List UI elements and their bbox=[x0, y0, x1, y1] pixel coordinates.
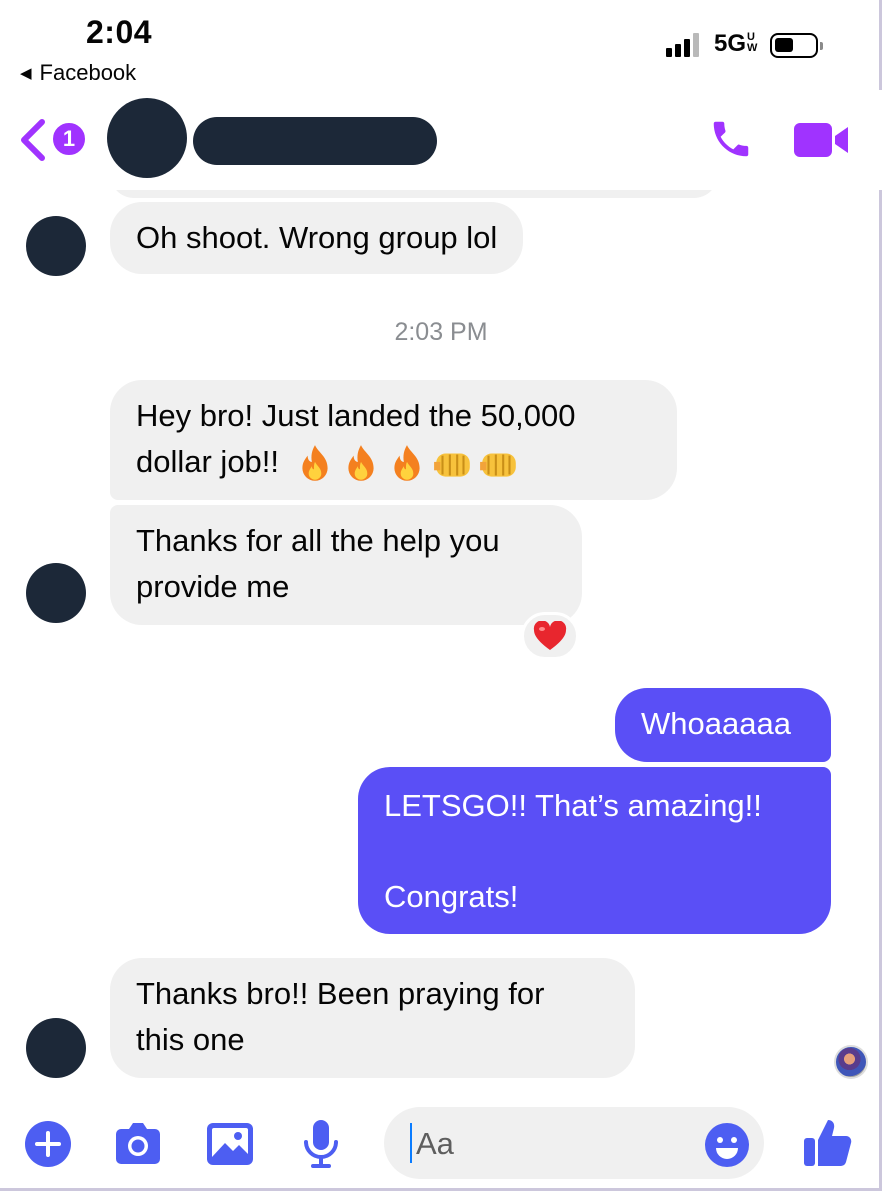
back-to-app-link[interactable]: ◀ Facebook bbox=[20, 60, 136, 86]
contact-avatar[interactable] bbox=[107, 98, 187, 178]
network-indicator: 5G U W bbox=[714, 30, 757, 58]
back-triangle-icon: ◀ bbox=[20, 65, 32, 82]
message-text-line: Hey bro! Just landed the 50,000 bbox=[136, 398, 576, 433]
message-text-line: this one bbox=[136, 1022, 245, 1057]
text-cursor bbox=[410, 1123, 412, 1163]
phone-screen: 2:04 ◀ Facebook 5G U W 1 Oh shoot. Wrong… bbox=[0, 0, 882, 1191]
network-uw-bottom: W bbox=[747, 42, 758, 54]
outgoing-message-bubble[interactable]: LETSGO!! That’s amazing!! Congrats! bbox=[358, 767, 831, 934]
incoming-message-bubble[interactable]: Thanks for all the help you provide me bbox=[110, 505, 582, 625]
contact-avatar-small[interactable] bbox=[26, 563, 86, 623]
emoji-icon[interactable] bbox=[704, 1122, 750, 1168]
read-receipt-avatar bbox=[834, 1045, 868, 1079]
back-app-label: Facebook bbox=[39, 60, 137, 85]
message-text-line: LETSGO!! That’s amazing!! bbox=[384, 788, 762, 823]
message-text: Whoaaaaa bbox=[641, 706, 791, 741]
plus-icon[interactable] bbox=[24, 1120, 72, 1168]
microphone-icon[interactable] bbox=[302, 1118, 340, 1170]
incoming-message-bubble[interactable]: Oh shoot. Wrong group lol bbox=[110, 202, 524, 274]
thumbs-up-icon[interactable] bbox=[800, 1114, 856, 1170]
incoming-message-bubble[interactable]: Thanks bro!! Been praying for this one bbox=[110, 958, 635, 1078]
fire-emoji bbox=[302, 444, 328, 481]
conversation-header: 1 bbox=[0, 90, 882, 190]
message-text: Oh shoot. Wrong group lol bbox=[136, 220, 498, 255]
fire-emoji bbox=[394, 444, 420, 481]
incoming-message-bubble[interactable]: Hey bro! Just landed the 50,000 dollar j… bbox=[110, 380, 677, 500]
status-time: 2:04 bbox=[86, 14, 153, 50]
gallery-icon[interactable] bbox=[205, 1121, 255, 1167]
contact-avatar-small[interactable] bbox=[26, 216, 86, 276]
fist-bump-emoji bbox=[479, 453, 516, 477]
message-input-placeholder: Aa bbox=[416, 1126, 454, 1161]
fist-bump-emoji bbox=[433, 453, 470, 477]
signal-strength-icon bbox=[666, 33, 699, 57]
camera-icon[interactable] bbox=[112, 1120, 164, 1168]
red-heart-emoji bbox=[533, 621, 567, 650]
outgoing-message-bubble[interactable]: Whoaaaaa bbox=[615, 688, 831, 762]
fire-emoji bbox=[348, 444, 374, 481]
back-chevron-icon[interactable] bbox=[18, 118, 48, 162]
message-text-line: Thanks for all the help you bbox=[136, 523, 500, 558]
phone-call-icon[interactable] bbox=[708, 116, 754, 162]
network-label: 5G bbox=[714, 30, 747, 57]
message-reaction[interactable] bbox=[521, 612, 579, 660]
message-text-line: dollar job!! bbox=[136, 444, 280, 479]
message-timestamp: 2:03 PM bbox=[394, 318, 488, 346]
message-text-line: Congrats! bbox=[384, 879, 519, 914]
message-text-line: provide me bbox=[136, 569, 290, 604]
contact-name-redacted[interactable] bbox=[193, 117, 437, 165]
unread-count-badge[interactable]: 1 bbox=[50, 120, 88, 158]
message-text-line: Thanks bro!! Been praying for bbox=[136, 976, 545, 1011]
battery-icon bbox=[770, 33, 823, 58]
video-call-icon[interactable] bbox=[792, 120, 850, 160]
contact-avatar-small[interactable] bbox=[26, 1018, 86, 1078]
